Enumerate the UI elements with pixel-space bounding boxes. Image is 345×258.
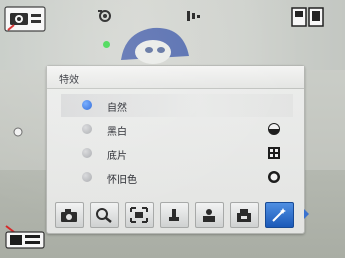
effect-option-label: 怀旧色 [107,175,137,186]
toolbar-next-arrow-icon[interactable] [304,209,309,219]
menu-header: 特效 [47,66,304,89]
scene-icon [203,209,215,222]
scene-tool[interactable] [195,202,224,228]
quality-tool[interactable] [230,202,259,228]
zoom-icon [96,208,112,223]
zoom-tool[interactable] [90,202,119,228]
effects-tool[interactable] [265,202,294,228]
camera-icon [61,209,77,222]
effect-option-sepia[interactable]: 怀旧色 [61,166,293,189]
sepia-effect-icon [268,171,280,183]
recording-indicator [103,41,110,48]
effect-option-black-white[interactable]: 黑白 [61,118,293,141]
effect-option-label: 自然 [107,103,127,114]
frame-icon [130,207,148,223]
settings-toolbar [55,202,309,228]
focus-marker-icon [13,127,23,137]
effect-option-natural[interactable]: 自然 [61,94,293,117]
radio-selected-icon [82,100,92,110]
bw-effect-icon [268,123,280,135]
radio-unselected-icon [82,172,92,182]
exposure-tool[interactable] [160,202,189,228]
radio-unselected-icon [82,148,92,158]
effects-menu: 特效 自然 黑白 底片 怀旧色 [46,65,309,234]
effect-option-negative[interactable]: 底片 [61,142,293,165]
magic-wand-icon [272,208,286,222]
effects-option-list: 自然 黑白 底片 怀旧色 [61,94,293,190]
storage-card-icon [291,7,324,27]
camera-mode-icon[interactable] [4,6,46,32]
frame-tool[interactable] [125,202,154,228]
exposure-icon [169,209,179,221]
shooting-mode-icon[interactable] [4,220,46,250]
menu-title: 特效 [59,75,79,86]
flash-mode-icon [98,10,111,22]
radio-unselected-icon [82,124,92,134]
effect-option-label: 底片 [107,151,127,162]
effect-option-label: 黑白 [107,127,127,138]
quality-icon [237,209,251,222]
negative-effect-icon [268,147,280,159]
camera-mode-tool[interactable] [55,202,84,228]
